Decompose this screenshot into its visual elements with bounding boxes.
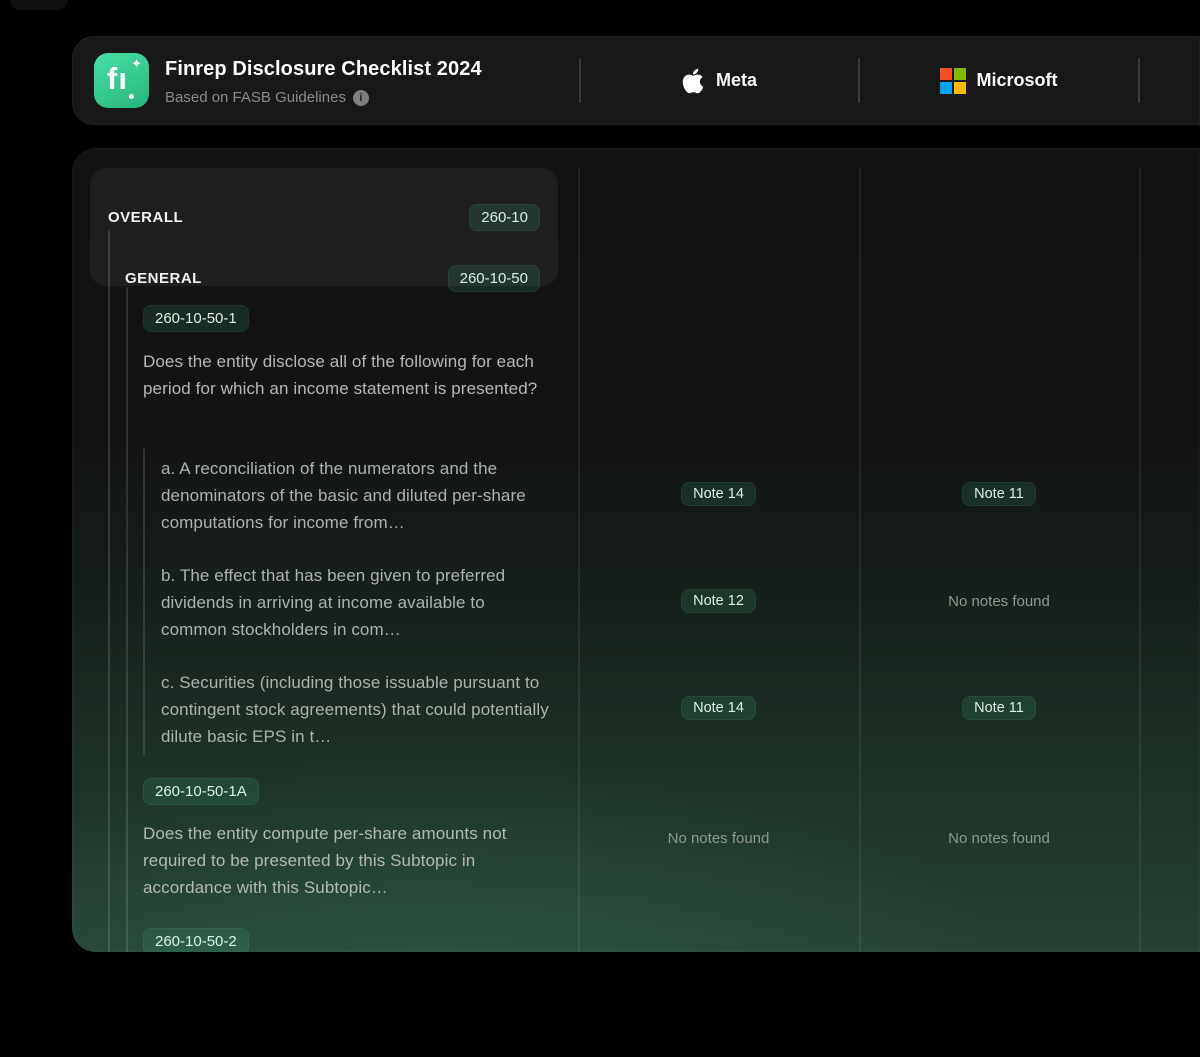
no-notes-text-microsoft: No notes found: [948, 593, 1050, 610]
item-badge-260-10-50-1A[interactable]: 260-10-50-1A: [143, 778, 259, 805]
subitem-text-c[interactable]: c. Securities (including those issuable …: [161, 669, 549, 750]
subitem-text-b[interactable]: b. The effect that has been given to pre…: [161, 562, 549, 643]
section-badge-general[interactable]: 260-10-50: [448, 265, 540, 292]
no-notes-text-microsoft: No notes found: [948, 830, 1050, 847]
column-header-microsoft[interactable]: Microsoft: [859, 36, 1138, 125]
header-divider: [1138, 58, 1140, 103]
note-badge-microsoft-a[interactable]: Note 11: [962, 482, 1036, 506]
note-cell: No notes found: [859, 824, 1139, 852]
note-cell: Note 12: [578, 587, 859, 615]
tree-indent-line: [126, 287, 128, 952]
page-subtitle: Based on FASB Guidelines i: [165, 89, 482, 106]
note-cell: No notes found: [578, 824, 859, 852]
note-badge-meta-c[interactable]: Note 14: [681, 696, 756, 720]
section-badge-overall[interactable]: 260-10: [469, 204, 540, 231]
note-badge-meta-a[interactable]: Note 14: [681, 482, 756, 506]
tree-indent-line: [108, 230, 110, 952]
note-cell: No notes found: [859, 587, 1139, 615]
app-canvas: fı ✦ Finrep Disclosure Checklist 2024 Ba…: [0, 0, 1200, 1057]
info-icon[interactable]: i: [353, 90, 369, 106]
page-title: Finrep Disclosure Checklist 2024: [165, 58, 482, 81]
note-cell: Note 11: [859, 694, 1139, 722]
section-label-overall: OVERALL: [108, 209, 183, 226]
sections-card: OVERALL 260-10 GENERAL 260-10-50: [90, 168, 558, 286]
section-row-general[interactable]: GENERAL 260-10-50: [125, 263, 540, 293]
note-cell: Note 11: [859, 480, 1139, 508]
company-name-microsoft: Microsoft: [977, 70, 1058, 91]
column-header-meta[interactable]: Meta: [580, 36, 858, 125]
app-logo-letters: fı: [107, 61, 128, 97]
apple-icon: [681, 67, 705, 95]
item-badge-260-10-50-2[interactable]: 260-10-50-2: [143, 928, 249, 952]
question-text[interactable]: Does the entity compute per-share amount…: [143, 820, 551, 901]
header-title-block: Finrep Disclosure Checklist 2024 Based o…: [165, 58, 482, 106]
note-cell: Note 14: [578, 694, 859, 722]
subitem-text-a[interactable]: a. A reconciliation of the numerators an…: [161, 455, 549, 536]
note-badge-meta-b[interactable]: Note 12: [681, 589, 756, 613]
column-divider: [1139, 168, 1141, 952]
note-badge-microsoft-c[interactable]: Note 11: [962, 696, 1036, 720]
subtitle-text: Based on FASB Guidelines: [165, 89, 346, 106]
company-name-meta: Meta: [716, 70, 757, 91]
section-row-overall[interactable]: OVERALL 260-10: [108, 202, 540, 232]
sparkle-icon: ✦: [131, 56, 142, 72]
top-peek-panel: [10, 0, 68, 10]
item-badge-260-10-50-1[interactable]: 260-10-50-1: [143, 305, 249, 332]
microsoft-icon: [940, 68, 966, 94]
header-bar: fı ✦ Finrep Disclosure Checklist 2024 Ba…: [72, 36, 1200, 125]
app-logo-dot: [129, 94, 134, 99]
note-cell: Note 14: [578, 480, 859, 508]
tree-indent-line: [143, 448, 145, 755]
no-notes-text-meta: No notes found: [668, 830, 770, 847]
question-text: Does the entity disclose all of the foll…: [143, 348, 543, 402]
app-logo-icon: fı ✦: [94, 53, 149, 108]
checklist-panel: OVERALL 260-10 GENERAL 260-10-50 260-10-…: [72, 148, 1200, 952]
section-label-general: GENERAL: [125, 270, 202, 287]
